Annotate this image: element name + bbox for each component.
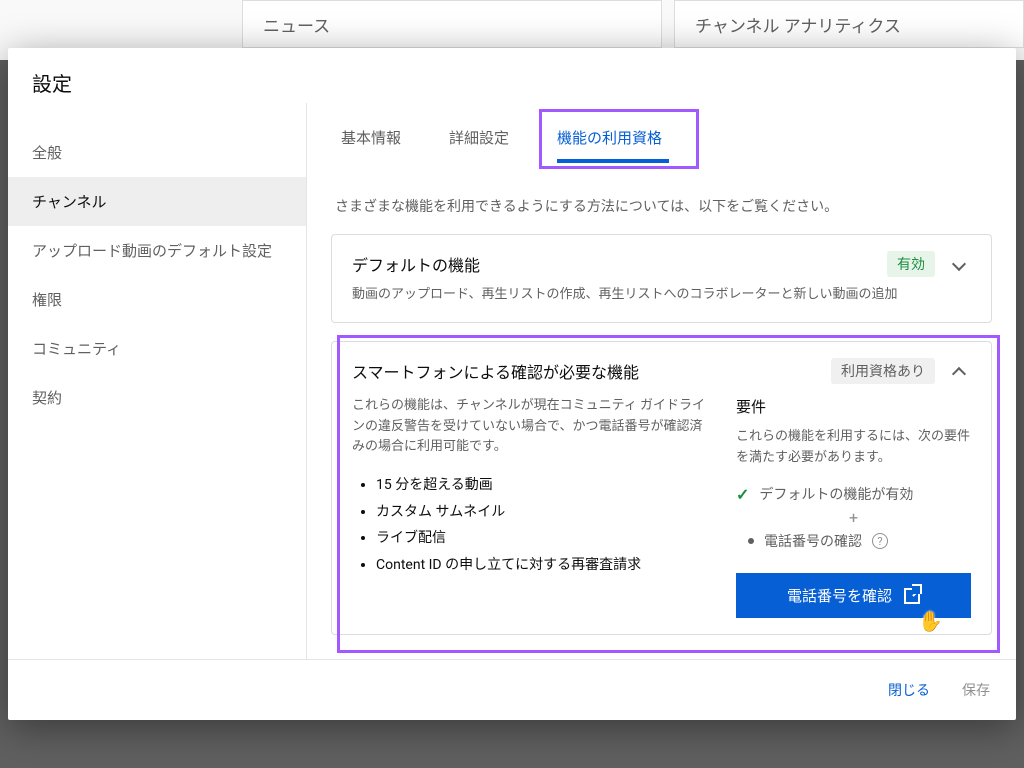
save-button[interactable]: 保存 — [958, 674, 994, 706]
bullet-icon — [748, 538, 754, 544]
bg-news: ニュース — [242, 0, 662, 48]
sidebar-item-general[interactable]: 全般 — [8, 128, 306, 177]
sidebar-item-label: アップロード動画のデフォルト設定 — [32, 242, 272, 260]
requirement-met: ✓ デフォルトの機能が有効 — [736, 484, 971, 504]
sidebar-item-upload-defaults[interactable]: アップロード動画のデフォルト設定 — [8, 226, 306, 275]
requirement-label: デフォルトの機能が有効 — [759, 484, 913, 504]
tab-underline — [557, 159, 669, 163]
sidebar-item-label: 契約 — [32, 389, 62, 407]
tab-eligibility[interactable]: 機能の利用資格 — [551, 111, 668, 162]
settings-content: 基本情報 詳細設定 機能の利用資格 さまざまな機能を利用できるようにする方法につ… — [306, 103, 1016, 659]
chevron-down-icon[interactable] — [947, 252, 971, 276]
status-badge: 利用資格あり — [831, 358, 935, 384]
check-icon: ✓ — [736, 485, 749, 504]
list-item: カスタム サムネイル — [376, 499, 708, 526]
card-phone-verification: スマートフォンによる確認が必要な機能 利用資格あり これらの機能は、チャンネルが… — [331, 341, 992, 636]
plus-separator: + — [736, 508, 971, 527]
list-item: 15 分を超える動画 — [376, 472, 708, 499]
bg-news-label: ニュース — [263, 12, 330, 37]
requirement-pending: 電話番号の確認 ? — [736, 531, 971, 551]
chevron-up-icon[interactable] — [947, 359, 971, 383]
verify-phone-label: 電話番号を確認 — [787, 585, 892, 606]
feature-list: 15 分を超える動画 カスタム サムネイル ライブ配信 Content ID の… — [352, 472, 708, 578]
bg-analytics-label: チャンネル アナリティクス — [695, 12, 901, 37]
bg-analytics: チャンネル アナリティクス — [674, 0, 1024, 48]
sidebar-item-label: チャンネル — [32, 193, 107, 211]
card-subtitle: 動画のアップロード、再生リストの作成、再生リストへのコラボレーターと新しい動画の… — [352, 285, 971, 306]
requirement-label: 電話番号の確認 — [764, 531, 862, 551]
intro-text: さまざまな機能を利用できるようにする方法については、以下をご覧ください。 — [335, 196, 988, 216]
modal-title: 設定 — [8, 48, 1016, 103]
sidebar-item-community[interactable]: コミュニティ — [8, 324, 306, 373]
settings-modal: 設定 全般 チャンネル アップロード動画のデフォルト設定 権限 コミュニティ 契… — [8, 48, 1016, 720]
card-title: スマートフォンによる確認が必要な機能 — [352, 359, 819, 383]
sidebar-item-permissions[interactable]: 権限 — [8, 275, 306, 324]
verify-phone-button[interactable]: 電話番号を確認 ✋ — [736, 573, 971, 618]
close-button[interactable]: 閉じる — [884, 674, 934, 706]
modal-footer: 閉じる 保存 — [8, 659, 1016, 720]
settings-sidebar: 全般 チャンネル アップロード動画のデフォルト設定 権限 コミュニティ 契約 — [8, 103, 306, 659]
list-item: Content ID の申し立てに対する再審査請求 — [376, 552, 708, 579]
sidebar-item-label: コミュニティ — [32, 340, 121, 358]
tab-advanced[interactable]: 詳細設定 — [443, 111, 515, 162]
sidebar-item-contract[interactable]: 契約 — [8, 373, 306, 422]
sidebar-item-label: 権限 — [32, 291, 62, 309]
status-badge: 有効 — [887, 251, 935, 277]
card-desc: これらの機能は、チャンネルが現在コミュニティ ガイドラインの違反警告を受けていな… — [352, 396, 708, 458]
sidebar-item-label: 全般 — [32, 144, 62, 162]
cursor-icon: ✋ — [918, 609, 943, 634]
card-default-features[interactable]: デフォルトの機能 有効 動画のアップロード、再生リストの作成、再生リストへのコラ… — [331, 234, 992, 323]
tab-basic[interactable]: 基本情報 — [335, 111, 407, 162]
requirements-title: 要件 — [736, 396, 971, 417]
open-external-icon — [904, 588, 920, 604]
tabs: 基本情報 詳細設定 機能の利用資格 — [331, 111, 992, 162]
list-item: ライブ配信 — [376, 525, 708, 552]
requirements-desc: これらの機能を利用するには、次の要件を満たす必要があります。 — [736, 427, 971, 469]
sidebar-item-channel[interactable]: チャンネル — [8, 177, 306, 226]
card-title: デフォルトの機能 — [352, 252, 875, 276]
help-icon[interactable]: ? — [872, 533, 888, 549]
